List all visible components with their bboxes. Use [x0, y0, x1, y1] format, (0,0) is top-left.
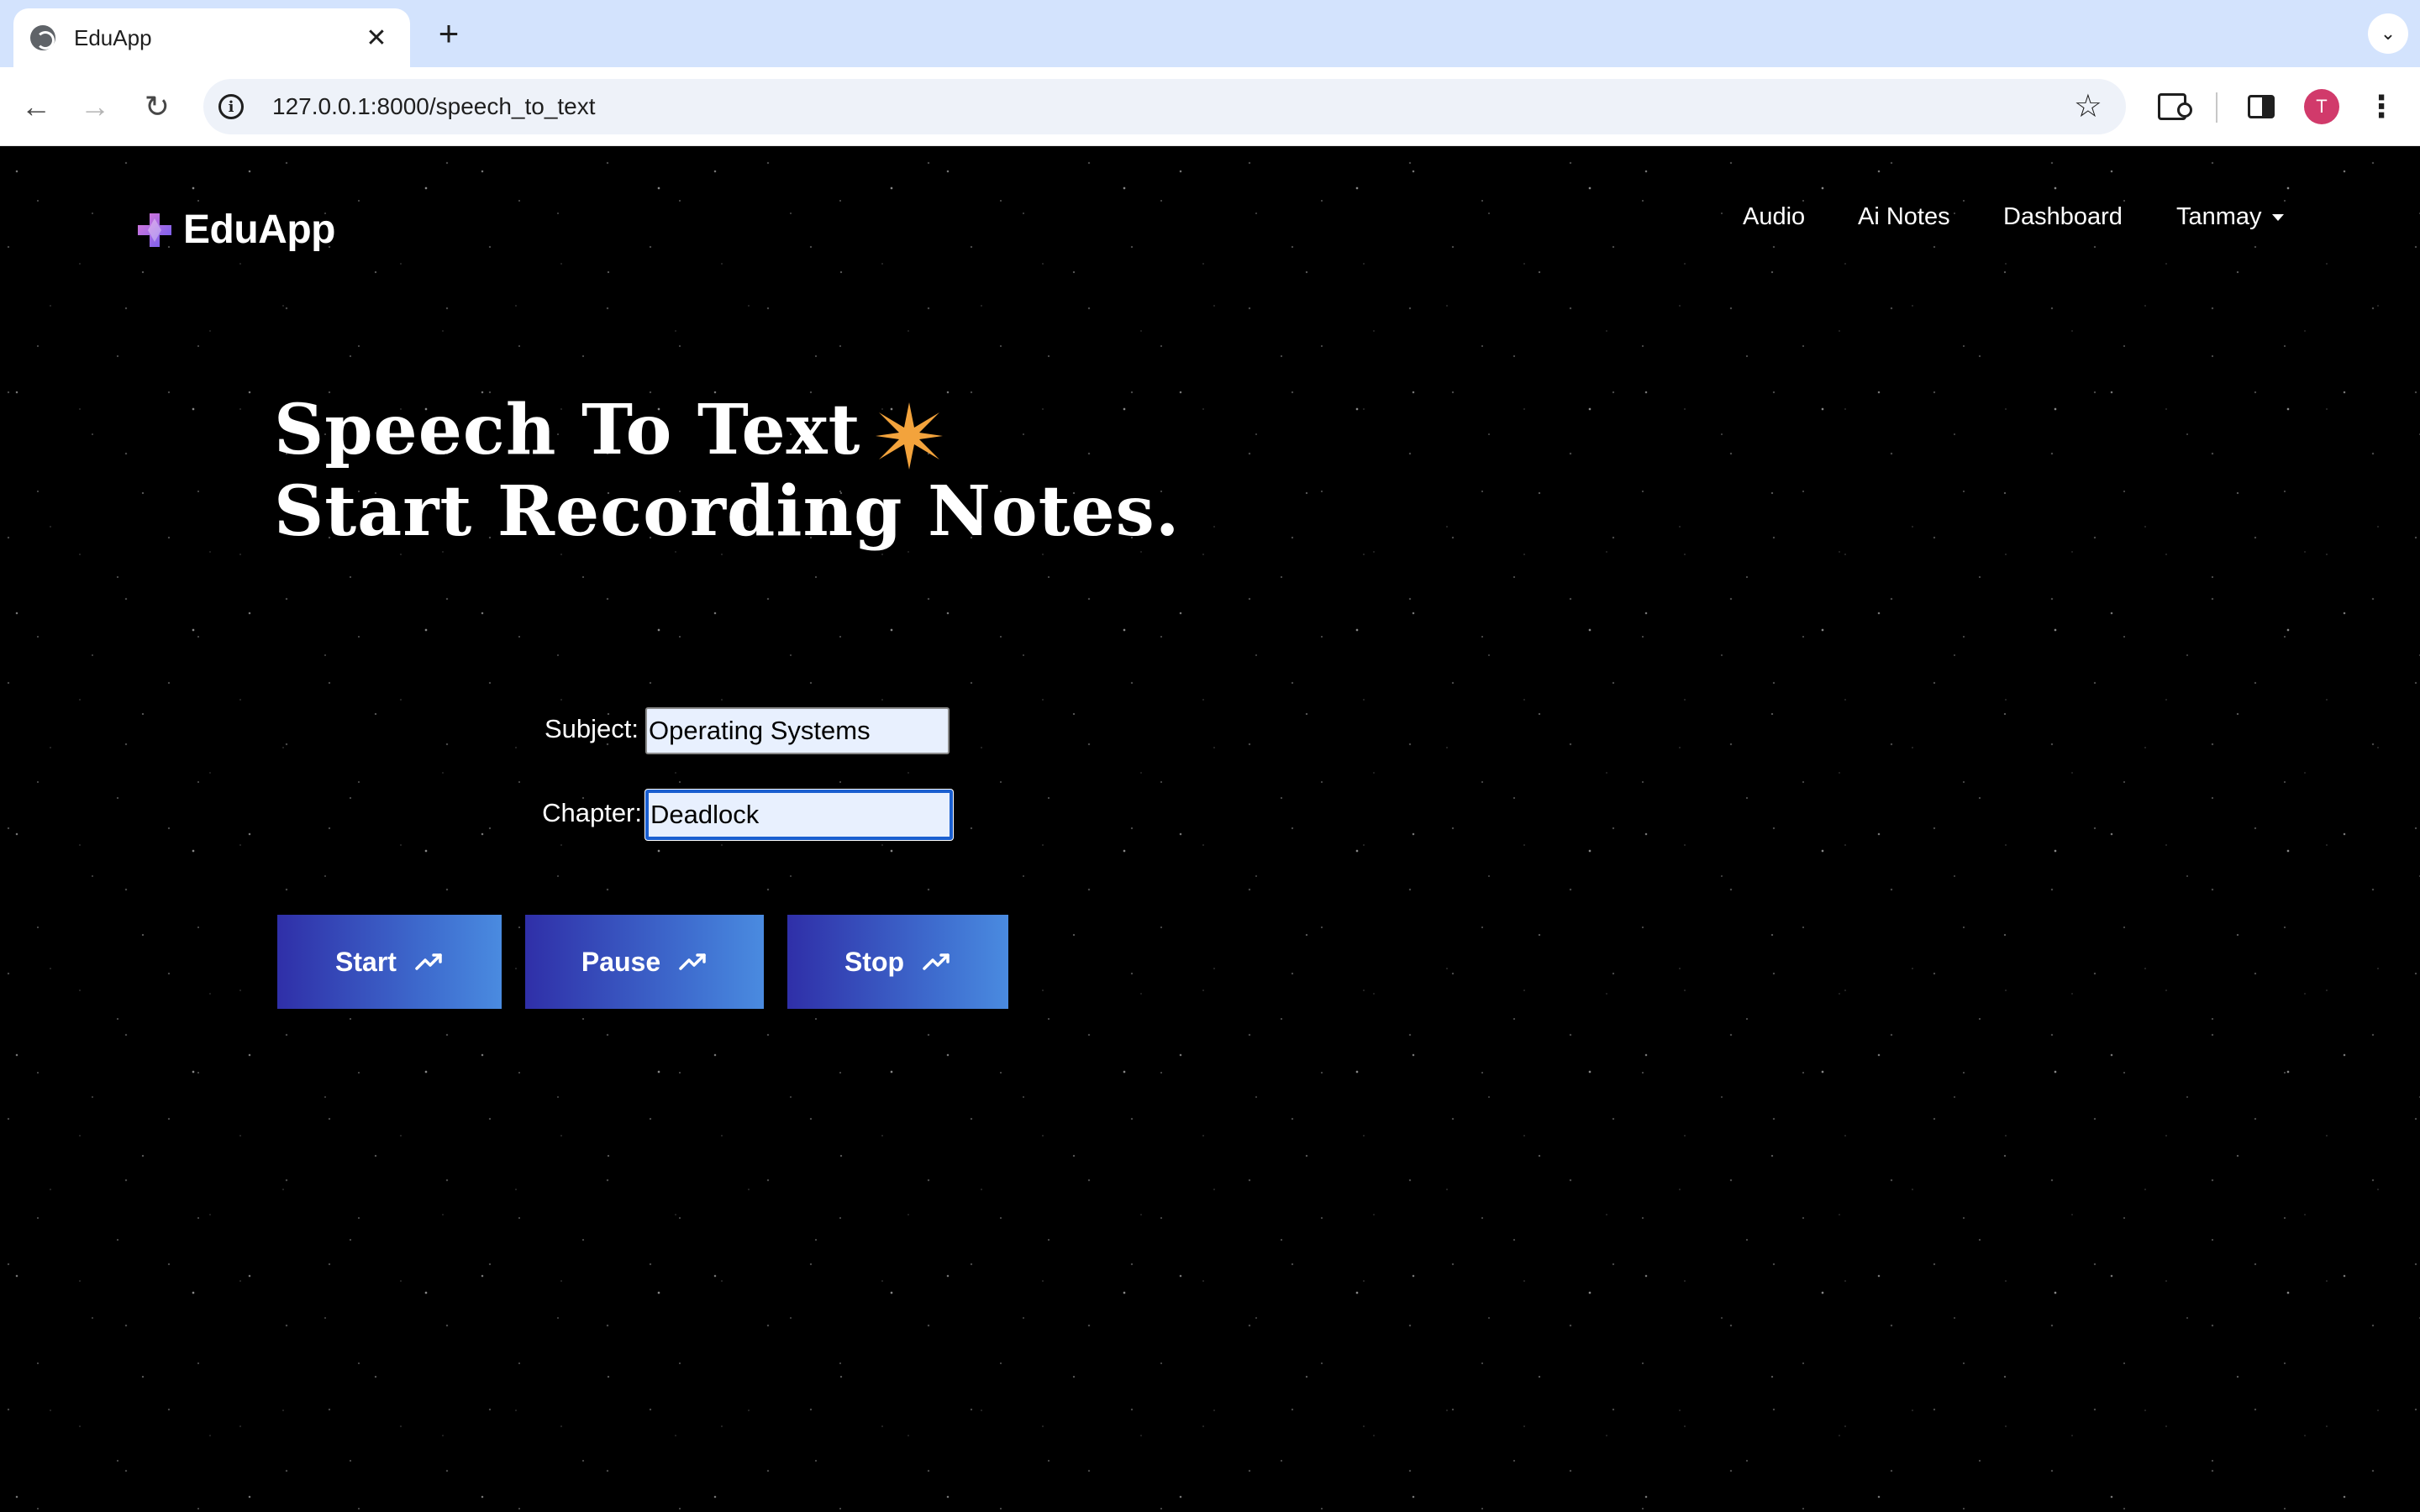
- globe-icon: [30, 25, 55, 50]
- page-content: EduApp Audio Ai Notes Dashboard Tanmay S…: [0, 146, 2420, 1512]
- caret-down-icon: [2271, 214, 2284, 222]
- forward-button[interactable]: →: [72, 84, 118, 129]
- browser-menu-icon[interactable]: ⋮: [2365, 86, 2398, 128]
- nav-link-audio[interactable]: Audio: [1743, 203, 1805, 231]
- toolbar-divider: [2216, 92, 2217, 123]
- new-tab-button[interactable]: +: [429, 13, 469, 54]
- trending-up-icon: [923, 953, 950, 970]
- site-info-icon[interactable]: i: [218, 94, 244, 119]
- user-dropdown[interactable]: Tanmay: [2176, 203, 2284, 231]
- tab-title: EduApp: [74, 24, 152, 50]
- stop-button[interactable]: Stop: [787, 915, 1008, 1009]
- subject-label: Subject:: [544, 714, 639, 743]
- trending-up-icon: [415, 953, 442, 970]
- brand-name: EduApp: [183, 207, 335, 252]
- subject-input[interactable]: [645, 707, 950, 754]
- url-text[interactable]: 127.0.0.1:8000/speech_to_text: [272, 93, 596, 120]
- sparkle-icon: [876, 402, 944, 470]
- hero-title: Speech To Text: [274, 390, 861, 470]
- side-panel-icon[interactable]: [2240, 86, 2282, 128]
- tab-search-chevron-icon[interactable]: ⌄: [2368, 13, 2408, 54]
- back-button[interactable]: ←: [13, 84, 59, 129]
- start-label: Start: [335, 946, 397, 977]
- start-button[interactable]: Start: [277, 915, 502, 1009]
- user-name: Tanmay: [2176, 203, 2262, 230]
- pause-button[interactable]: Pause: [525, 915, 764, 1009]
- browser-toolbar: ← → ↻ i 127.0.0.1:8000/speech_to_text ☆ …: [0, 67, 2420, 146]
- hero-heading: Speech To Text Start Recording Notes.: [274, 390, 1180, 552]
- bookmark-star-icon[interactable]: ☆: [2074, 87, 2102, 125]
- reload-button[interactable]: ↻: [134, 84, 180, 129]
- profile-avatar[interactable]: T: [2304, 89, 2339, 124]
- stop-label: Stop: [844, 946, 905, 977]
- hero-subtitle-line: Start Recording Notes.: [274, 470, 1181, 552]
- browser-chrome: EduApp ✕ + ⌄ ← → ↻ i 127.0.0.1:8000/spee…: [0, 0, 2420, 146]
- plus-gem-icon: [138, 213, 171, 247]
- tab-strip: EduApp ✕ + ⌄: [0, 0, 2420, 67]
- address-bar[interactable]: i 127.0.0.1:8000/speech_to_text ☆: [203, 79, 2126, 134]
- pause-label: Pause: [581, 946, 661, 977]
- trending-up-icon: [679, 953, 706, 970]
- chapter-input[interactable]: [645, 790, 953, 840]
- nav-link-dashboard[interactable]: Dashboard: [2003, 203, 2123, 231]
- browser-tab[interactable]: EduApp ✕: [13, 8, 410, 67]
- extensions-puzzle-icon[interactable]: [2151, 86, 2193, 128]
- close-tab-icon[interactable]: ✕: [360, 24, 393, 53]
- nav-link-ai-notes[interactable]: Ai Notes: [1858, 203, 1950, 231]
- chapter-label: Chapter:: [542, 798, 642, 827]
- brand-logo[interactable]: EduApp: [136, 207, 335, 253]
- hero-title-line: Speech To Text: [274, 390, 1180, 471]
- app-navbar: EduApp Audio Ai Notes Dashboard Tanmay: [0, 146, 2420, 314]
